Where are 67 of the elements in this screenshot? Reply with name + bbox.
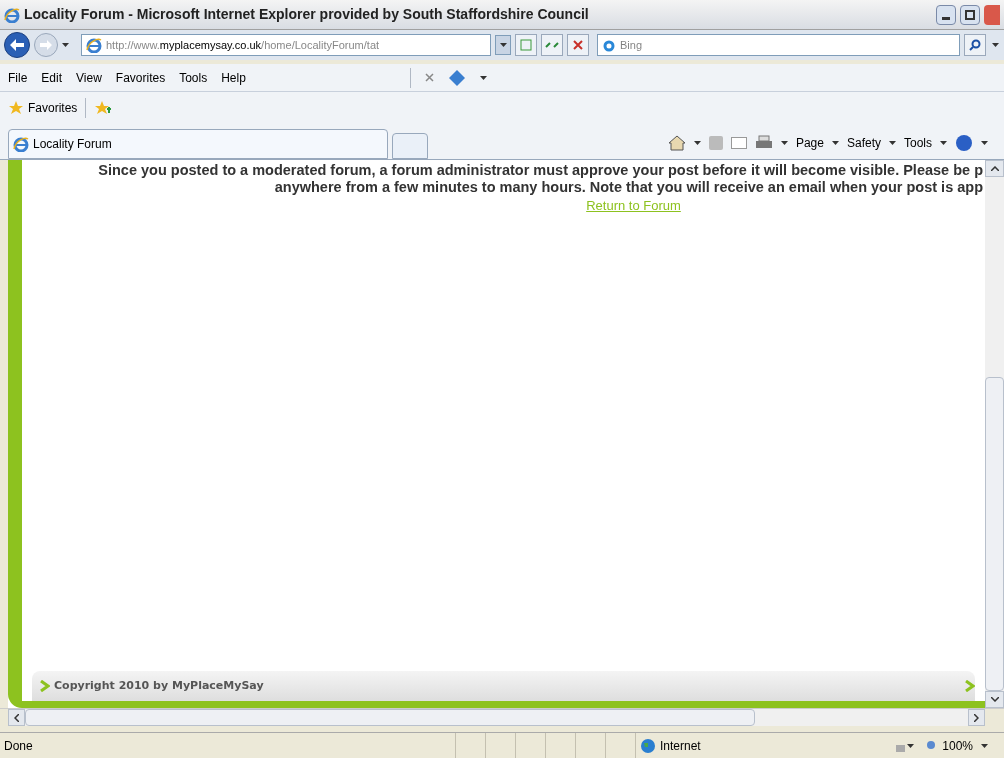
stop-button[interactable] xyxy=(567,34,589,56)
window-title: Locality Forum - Microsoft Internet Explorer provided by South Staffordshire Council xyxy=(24,5,590,24)
command-menu[interactable]: Tools xyxy=(904,134,932,152)
diamond-icon[interactable] xyxy=(447,68,466,87)
add-favorite-icon[interactable] xyxy=(94,100,113,116)
browser-logo-icon xyxy=(13,136,29,152)
menu-item[interactable]: Tools xyxy=(179,68,208,87)
chevron-icon xyxy=(965,680,975,692)
caret-icon[interactable] xyxy=(780,141,788,145)
horizontal-scrollbar[interactable] xyxy=(8,709,985,726)
menu-item[interactable]: File xyxy=(8,68,28,87)
home-icon[interactable] xyxy=(667,135,686,151)
stop-icon xyxy=(573,40,583,50)
caret-icon[interactable] xyxy=(940,141,947,145)
caret-icon[interactable] xyxy=(831,141,839,145)
search-icon xyxy=(969,39,981,51)
browser-logo-icon xyxy=(86,37,102,53)
scrollbar-corner xyxy=(985,709,1004,726)
search-button[interactable] xyxy=(964,34,986,56)
star-icon xyxy=(8,100,24,116)
dropdown-button[interactable] xyxy=(495,35,511,55)
globe-icon xyxy=(640,737,656,754)
address-field[interactable]: http://www.myplacemysay.co.uk/home/LocalityForum/tat xyxy=(81,34,491,56)
caret-icon[interactable] xyxy=(479,75,487,80)
caret-icon[interactable] xyxy=(981,141,988,145)
scroll-up-button[interactable] xyxy=(985,160,1004,177)
caret-icon[interactable] xyxy=(991,43,999,47)
page-icon xyxy=(520,39,532,51)
browser-logo-icon xyxy=(4,6,20,23)
back-button[interactable] xyxy=(4,32,30,58)
menu-item[interactable]: View xyxy=(76,68,102,87)
caret-icon[interactable] xyxy=(907,743,915,748)
scroll-thumb[interactable] xyxy=(25,709,755,726)
status-text: Done xyxy=(3,737,34,755)
close-icon[interactable] xyxy=(424,73,434,82)
chevron-icon xyxy=(40,680,50,692)
minimize-button[interactable] xyxy=(936,4,956,25)
scroll-left-button[interactable] xyxy=(8,709,25,726)
scroll-down-button[interactable] xyxy=(985,691,1004,708)
search-field[interactable]: Bing xyxy=(597,34,960,56)
maximize-button[interactable] xyxy=(960,4,980,25)
copyright-text: Copyright 2010 by MyPlaceMySay xyxy=(54,677,264,694)
caret-icon[interactable] xyxy=(693,141,701,145)
caret-icon[interactable] xyxy=(499,43,507,47)
menu-item[interactable]: Edit xyxy=(41,68,63,87)
printer-icon[interactable] xyxy=(754,135,773,151)
scroll-right-button[interactable] xyxy=(968,709,985,726)
command-menu[interactable]: Page xyxy=(795,134,824,152)
menu-item[interactable]: Favorites xyxy=(115,68,166,87)
caret-icon[interactable] xyxy=(981,743,988,748)
zone-text: Internet xyxy=(660,737,701,755)
tab[interactable]: Locality Forum xyxy=(8,129,388,159)
caret-icon[interactable] xyxy=(889,141,896,145)
menu-item[interactable]: Help xyxy=(221,68,246,87)
favorites-button[interactable]: Favorites xyxy=(8,99,78,117)
forward-arrow-icon xyxy=(40,40,52,50)
mail-icon[interactable] xyxy=(730,137,747,149)
vertical-scrollbar[interactable] xyxy=(985,160,1004,708)
refresh-button[interactable] xyxy=(541,34,563,56)
zoom-button[interactable]: 100% xyxy=(926,736,973,755)
back-arrow-icon xyxy=(10,39,24,51)
command-menu[interactable]: Safety xyxy=(846,134,881,152)
search-provider-icon xyxy=(601,38,615,52)
scroll-thumb[interactable] xyxy=(985,377,1004,691)
caret-icon[interactable] xyxy=(62,43,69,47)
message-text: Since you posted to a moderated forum, a forum administrator must approve your post before it will become visible. Please be p xyxy=(98,162,983,179)
message-text: anywhere from a few minutes to many hours. Note that you will receive an email when your post is app xyxy=(274,179,983,196)
